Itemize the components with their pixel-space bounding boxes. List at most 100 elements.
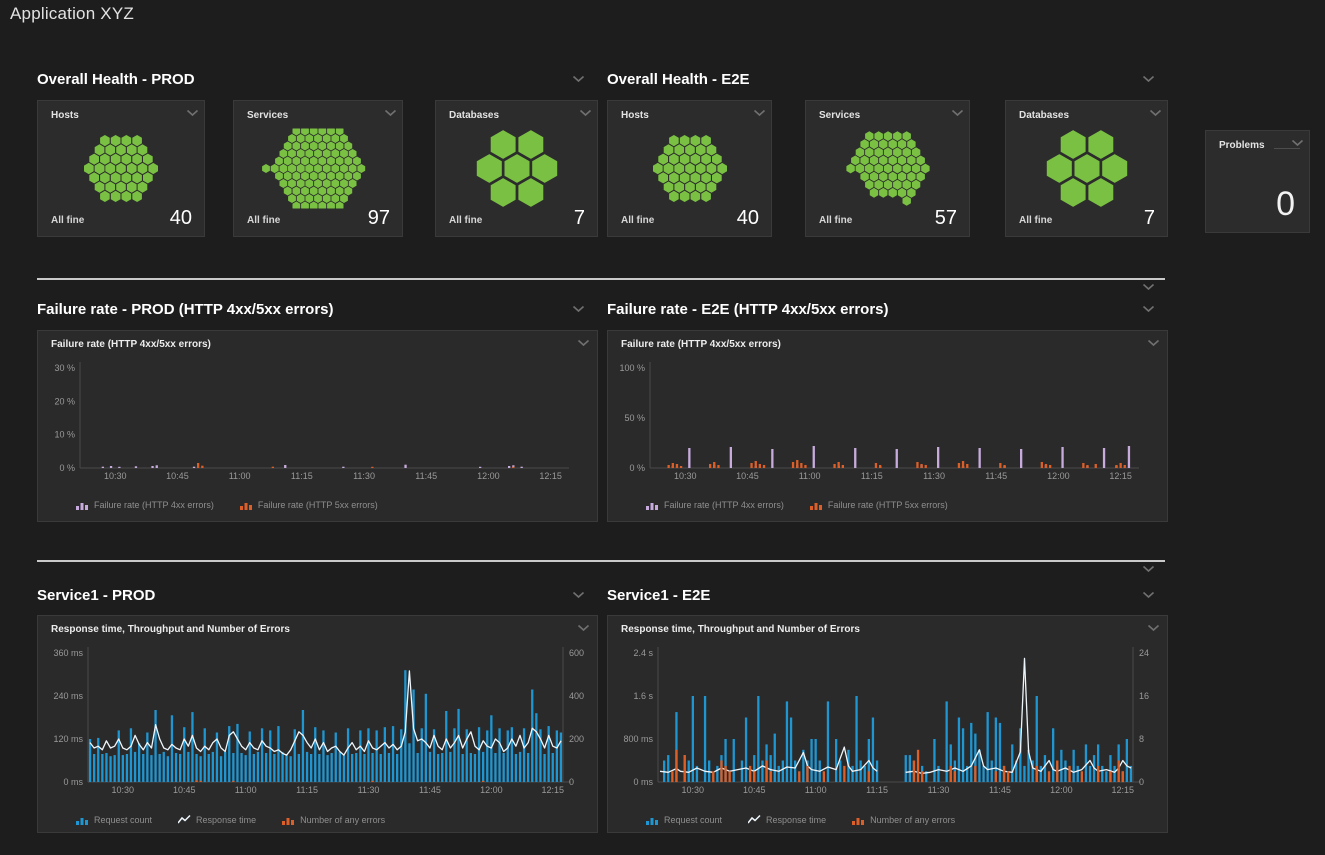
legend-item[interactable]: Response time	[178, 814, 256, 825]
bar-series-icon	[810, 499, 823, 510]
health-tile-databases-e2e[interactable]: DatabasesAll fine7	[1005, 100, 1168, 237]
health-tile-hosts-prod[interactable]: HostsAll fine40	[37, 100, 205, 237]
chart-legend: Failure rate (HTTP 4xx errors) Failure ra…	[76, 499, 378, 510]
failure-rate-prod-card[interactable]: Failure rate (HTTP 4xx/5xx errors)0 %10 …	[37, 330, 598, 522]
bar-series-icon	[646, 814, 659, 825]
chevron-down-icon[interactable]	[572, 591, 585, 599]
honeycomb	[447, 129, 587, 214]
chart-plot-area[interactable]: 0 ms800 ms1.6 s2.4 s08162410:3010:4511:0…	[608, 642, 1167, 802]
chevron-down-icon[interactable]	[1142, 565, 1155, 573]
chart-title: Response time, Throughput and Number of …	[51, 624, 290, 635]
chevron-down-icon[interactable]	[579, 109, 592, 117]
svg-text:11:00: 11:00	[229, 471, 251, 481]
svg-text:11:15: 11:15	[861, 471, 883, 481]
honeycomb	[620, 129, 760, 214]
bar-series-icon	[852, 814, 865, 825]
legend-item[interactable]: Request count	[646, 814, 722, 825]
legend-label: Number of any errors	[300, 815, 385, 825]
svg-text:0 ms: 0 ms	[63, 777, 83, 787]
problems-label: Problems	[1219, 140, 1265, 151]
svg-text:120 ms: 120 ms	[53, 734, 83, 744]
svg-text:10 %: 10 %	[54, 430, 75, 440]
svg-text:30 %: 30 %	[54, 363, 75, 373]
chart-title: Failure rate (HTTP 4xx/5xx errors)	[621, 339, 781, 350]
tile-status-text: All fine	[449, 215, 482, 226]
legend-item[interactable]: Failure rate (HTTP 5xx errors)	[810, 499, 948, 510]
honeycomb-health-visual	[620, 129, 760, 209]
svg-text:100 %: 100 %	[619, 363, 645, 373]
tile-status-text: All fine	[1019, 215, 1052, 226]
chevron-down-icon[interactable]	[1147, 339, 1160, 347]
chart-plot-area[interactable]: 0 ms120 ms240 ms360 ms020040060010:3010:…	[38, 642, 597, 802]
chevron-down-icon[interactable]	[1142, 75, 1155, 83]
svg-text:11:15: 11:15	[291, 471, 313, 481]
honeycomb	[51, 129, 191, 214]
chart-title: Response time, Throughput and Number of …	[621, 624, 860, 635]
legend-label: Request count	[94, 815, 152, 825]
chart-plot-area[interactable]: 0 %10 %20 %30 %10:3010:4511:0011:1511:30…	[38, 357, 597, 489]
tile-status-text: All fine	[621, 215, 654, 226]
svg-text:0: 0	[1139, 777, 1144, 787]
bar-series-icon	[240, 499, 253, 510]
chevron-down-icon[interactable]	[572, 75, 585, 83]
tile-count: 7	[574, 207, 585, 230]
svg-text:11:45: 11:45	[419, 785, 441, 795]
svg-text:10:30: 10:30	[682, 785, 705, 795]
svg-text:16: 16	[1139, 691, 1149, 701]
health-tile-services-prod[interactable]: ServicesAll fine97	[233, 100, 403, 237]
chart-legend: Request count Response time Number of any …	[646, 814, 955, 825]
service1-e2e-card[interactable]: Response time, Throughput and Number of …	[607, 615, 1168, 833]
legend-item[interactable]: Number of any errors	[282, 814, 385, 825]
svg-text:0: 0	[569, 777, 574, 787]
svg-text:10:45: 10:45	[743, 785, 766, 795]
honeycomb-health-visual	[1017, 129, 1157, 209]
tile-label: Hosts	[621, 110, 649, 121]
bar-series-icon	[282, 814, 295, 825]
tile-status-text: All fine	[51, 215, 84, 226]
chevron-down-icon[interactable]	[384, 109, 397, 117]
chevron-down-icon[interactable]	[1149, 109, 1162, 117]
chevron-down-icon[interactable]	[1147, 624, 1160, 632]
problems-tile[interactable]: Problems 0	[1205, 130, 1310, 233]
chevron-down-icon[interactable]	[753, 109, 766, 117]
service1-prod-card[interactable]: Response time, Throughput and Number of …	[37, 615, 598, 833]
problems-count: 0	[1276, 185, 1295, 224]
legend-item[interactable]: Response time	[748, 814, 826, 825]
dashboard: Application XYZ Overall Health - PROD Ov…	[0, 0, 1325, 855]
tile-count: 40	[170, 207, 192, 230]
health-tile-services-e2e[interactable]: ServicesAll fine57	[805, 100, 970, 237]
legend-item[interactable]: Failure rate (HTTP 4xx errors)	[646, 499, 784, 510]
svg-text:11:00: 11:00	[799, 471, 821, 481]
failure-rate-e2e-card[interactable]: Failure rate (HTTP 4xx/5xx errors)0 %50 …	[607, 330, 1168, 522]
health-tile-databases-prod[interactable]: DatabasesAll fine7	[435, 100, 598, 237]
legend-item[interactable]: Number of any errors	[852, 814, 955, 825]
chevron-down-icon[interactable]	[577, 624, 590, 632]
svg-text:24: 24	[1139, 648, 1149, 658]
chevron-down-icon[interactable]	[951, 109, 964, 117]
bar-series-icon	[646, 499, 659, 510]
svg-text:11:00: 11:00	[235, 785, 257, 795]
honeycomb-health-visual	[248, 129, 388, 209]
legend-item[interactable]: Failure rate (HTTP 5xx errors)	[240, 499, 378, 510]
chevron-down-icon[interactable]	[186, 109, 199, 117]
honeycomb-health-visual	[818, 129, 958, 209]
chevron-down-icon[interactable]	[1142, 283, 1155, 291]
chevron-down-icon[interactable]	[1142, 591, 1155, 599]
tile-label: Services	[247, 110, 288, 121]
legend-item[interactable]: Request count	[76, 814, 152, 825]
divider	[37, 560, 1165, 562]
section-header-service1-prod: Service1 - PROD	[37, 587, 155, 604]
chart-plot-area[interactable]: 0 %50 %100 %10:3010:4511:0011:1511:3011:…	[608, 357, 1167, 489]
health-tile-hosts-e2e[interactable]: HostsAll fine40	[607, 100, 772, 237]
honeycomb-health-visual	[51, 129, 191, 209]
section-header-failure-e2e: Failure rate - E2E (HTTP 4xx/5xx errors)	[607, 301, 889, 318]
legend-label: Response time	[196, 815, 256, 825]
chevron-down-icon[interactable]	[572, 305, 585, 313]
chart-legend: Request count Response time Number of any …	[76, 814, 385, 825]
legend-item[interactable]: Failure rate (HTTP 4xx errors)	[76, 499, 214, 510]
honeycomb	[248, 129, 388, 214]
chevron-down-icon[interactable]	[1142, 305, 1155, 313]
tile-count: 57	[935, 207, 957, 230]
chevron-down-icon[interactable]	[1291, 139, 1304, 147]
chevron-down-icon[interactable]	[577, 339, 590, 347]
